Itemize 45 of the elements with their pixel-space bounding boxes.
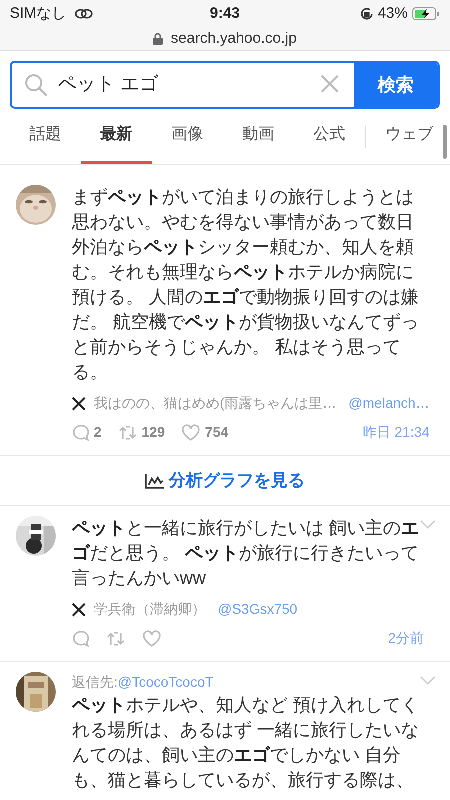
tab[interactable]: 画像 (152, 109, 223, 164)
search-icon (24, 73, 48, 97)
retweet-count: 129 (142, 423, 166, 442)
orientation-lock-icon (360, 7, 374, 21)
author-handle[interactable]: @melanch… (348, 393, 430, 414)
author-handle[interactable]: @S3Gsx750 (218, 599, 298, 620)
reply-count: 2 (94, 423, 102, 442)
search-button[interactable]: 検索 (354, 63, 438, 107)
analytics-link[interactable]: 分析グラフを見る (145, 468, 305, 494)
reply-label: 返信先: (72, 673, 118, 692)
carrier-label: SIMなし (10, 4, 67, 24)
retweet-icon[interactable] (118, 424, 138, 442)
author-name[interactable]: 学兵衛（滞納卿） (94, 599, 206, 620)
reply-handle[interactable]: @TcocoTcocoT (118, 672, 214, 693)
heart-icon[interactable] (181, 424, 202, 442)
author-name[interactable]: 我はのの、猫はめめ(雨露ちゃんは里… (94, 393, 337, 414)
battery-percentage: 43% (378, 4, 408, 24)
x-logo-icon (72, 396, 86, 410)
like-count: 754 (205, 423, 229, 442)
clock: 9:43 (208, 4, 242, 24)
post-text: ペットホテルや、知人など 預け入れしてくれる場所は、あるはず 一緒に旅行したいなんてのは、飼い主のエゴでしかない 自分も、猫と暮らしているが、旅行する際は、 (72, 694, 420, 792)
post-time[interactable]: 2分前 (388, 628, 424, 649)
lock-icon (153, 33, 164, 46)
heart-icon[interactable] (142, 630, 162, 648)
post-text: ペットと一緒に旅行がしたいは 飼い主のエゴだと思う。 ペットが旅行に行きたいって言ったんかいww (72, 517, 420, 590)
clear-icon[interactable] (320, 74, 340, 94)
post-time[interactable]: 昨日 21:34 (362, 422, 430, 443)
post-text: まずペットがいて泊まりの旅行しようとは思わない。やむを得ない事情があって数日外泊ならペットシッター頼むか、知人を頼む。それも無理ならペットホテルか病院に預ける。 人間のエゴで動物振り回すのは嫌だ。 航空機でペットが貨物扱いなんてずっと前からそうじゃんか。 私はそう思ってる。 (72, 186, 420, 384)
retweet-icon[interactable] (106, 630, 126, 648)
chevron-down-icon[interactable] (420, 520, 436, 530)
tab[interactable]: ウェブ (374, 109, 445, 164)
scrollbar[interactable] (443, 125, 447, 159)
reply-icon[interactable] (72, 630, 90, 648)
tab[interactable]: 最新 (81, 109, 152, 164)
search-box[interactable]: ペット エゴ 検索 (10, 61, 440, 109)
tab[interactable]: 話題 (10, 109, 81, 164)
x-logo-icon (72, 602, 86, 616)
url-text: search.yahoo.co.jp (171, 29, 297, 49)
chevron-down-icon[interactable] (420, 676, 436, 686)
chart-icon (145, 472, 165, 488)
battery-icon (412, 7, 440, 21)
reply-icon[interactable] (72, 424, 90, 442)
tab[interactable]: 動画 (223, 109, 294, 164)
tab[interactable]: 公式 (294, 109, 365, 164)
link-icon (74, 8, 93, 20)
